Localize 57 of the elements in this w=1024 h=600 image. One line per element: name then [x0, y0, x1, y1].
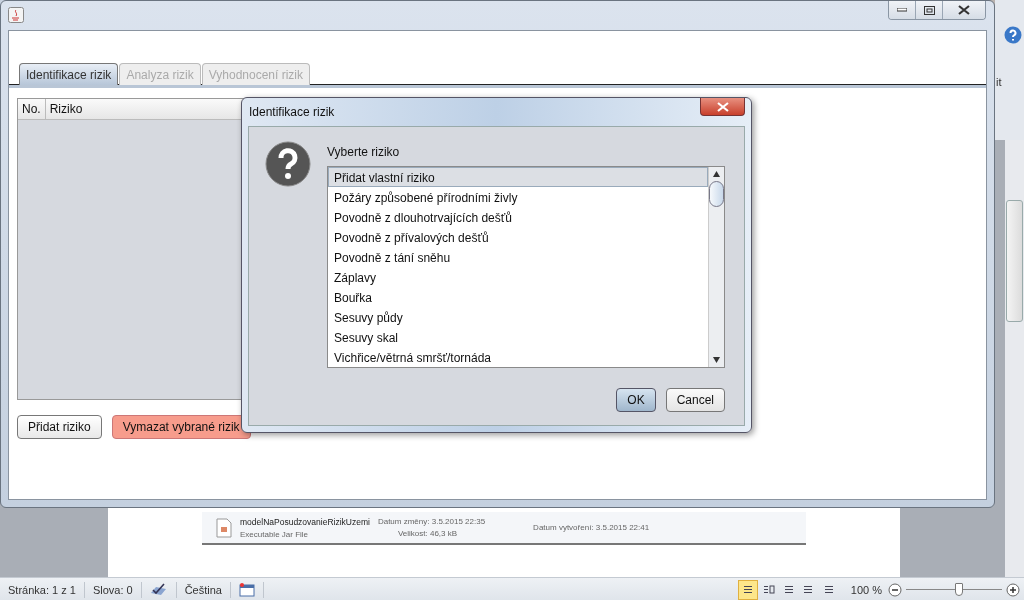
help-icon[interactable]: [1004, 26, 1022, 44]
list-item[interactable]: Povodně z dlouhotrvajících dešťů: [328, 207, 708, 227]
down-arrow-icon[interactable]: [712, 356, 721, 364]
jar-file-icon: [216, 517, 232, 538]
delete-button[interactable]: Vymazat vybrané rizik: [111, 415, 251, 439]
list-item[interactable]: Vichřice/větrná smršť/tornáda: [328, 347, 708, 367]
maximize-button[interactable]: [916, 1, 943, 19]
layout-icon: [802, 583, 815, 596]
page-count[interactable]: Stránka: 1 z 1: [0, 581, 85, 598]
scrollbar[interactable]: [708, 167, 724, 367]
list-item[interactable]: Požáry způsobené přírodními živly: [328, 187, 708, 207]
dialog-title: Identifikace rizik: [249, 105, 335, 119]
layout-icon: [782, 583, 795, 596]
layout-icon: [762, 583, 775, 596]
ribbon-text: it: [996, 76, 1002, 88]
scrollbar[interactable]: [1005, 140, 1024, 577]
ok-button[interactable]: OK: [616, 388, 656, 412]
word-count[interactable]: Slova: 0: [84, 581, 142, 598]
slider-thumb[interactable]: [954, 582, 963, 596]
zoom-in-icon[interactable]: [1006, 582, 1020, 597]
scroll-thumb[interactable]: [1006, 200, 1023, 322]
zoom-out-icon[interactable]: [888, 582, 902, 597]
question-icon: [265, 141, 311, 187]
language-indicator[interactable]: Čeština: [176, 581, 231, 598]
close-icon: [716, 101, 729, 112]
cancel-button[interactable]: Cancel: [665, 388, 725, 412]
close-button[interactable]: [943, 1, 985, 19]
scroll-thumb[interactable]: [709, 181, 724, 207]
column-header[interactable]: No.: [18, 99, 46, 119]
list-item[interactable]: Sesuvy půdy: [328, 307, 708, 327]
minimize-icon: [897, 8, 907, 12]
file-modified: Datum změny: 3.5.2015 22:35: [377, 517, 486, 526]
macro-icon[interactable]: [238, 582, 255, 597]
maximize-icon: [923, 5, 935, 15]
file-name: modelNaPosudzovanieRizikUzemi: [240, 516, 370, 527]
list-item[interactable]: Povodně z tání sněhu: [328, 247, 708, 267]
list-item[interactable]: Sesuvy skal: [328, 327, 708, 347]
layout-icon: [741, 583, 754, 596]
java-icon: [8, 7, 24, 23]
file-size: Velikost: 46,3 kB: [397, 529, 459, 538]
proofing-icon[interactable]: [149, 582, 168, 597]
list-item[interactable]: Záplavy: [328, 267, 708, 287]
list-item[interactable]: Bouřka: [328, 287, 708, 307]
up-arrow-icon[interactable]: [712, 170, 721, 178]
list-item[interactable]: Povodně z přívalových dešťů: [328, 227, 708, 247]
tab[interactable]: Identifikace rizik: [19, 63, 119, 85]
file-item[interactable]: modelNaPosudzovanieRizikUzemi Executable Jar File Datum změny: 3.5.2015 22:35 Velikost: 46,3 kB Datum vytvoření: 3.5.2015 22:41: [202, 512, 806, 545]
close-icon: [958, 5, 970, 15]
add-button[interactable]: Přidat riziko: [17, 415, 102, 439]
layout-icon: [822, 583, 835, 596]
view-button[interactable]: [737, 579, 758, 600]
close-button[interactable]: [700, 98, 745, 116]
file-type: Executable Jar File: [240, 529, 310, 539]
file-created: Datum vytvoření: 3.5.2015 22:41: [533, 523, 650, 532]
prompt-label: Vyberte riziko: [327, 145, 401, 159]
zoom-level[interactable]: 100 %: [850, 583, 882, 596]
list-item[interactable]: Přidat vlastní riziko: [328, 167, 708, 187]
